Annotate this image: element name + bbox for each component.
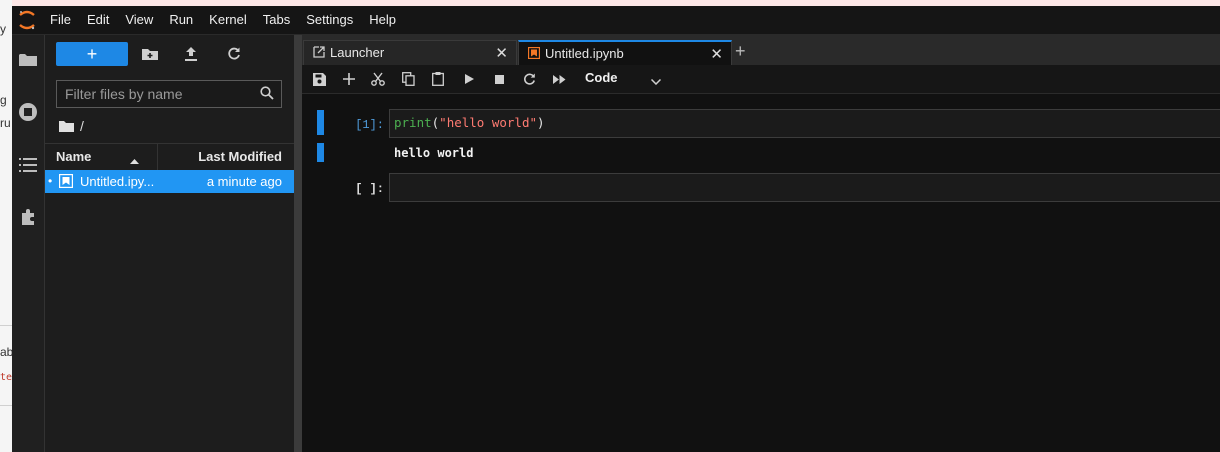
tab-label: Untitled.ipynb — [545, 46, 624, 61]
breadcrumb-root[interactable]: / — [80, 118, 84, 134]
file-name: Untitled.ipy... — [80, 174, 155, 189]
input-prompt: [1]: — [355, 118, 384, 132]
file-row[interactable]: • Untitled.ipy... a minute ago — [45, 170, 294, 193]
menu-bar: File Edit View Run Kernel Tabs Settings … — [12, 6, 1220, 35]
restart-icon[interactable] — [521, 71, 537, 87]
input-prompt: [ ]: — [355, 182, 384, 196]
menu-file[interactable]: File — [42, 6, 79, 34]
activity-bar — [12, 35, 45, 452]
column-divider — [157, 144, 158, 170]
menu-edit[interactable]: Edit — [79, 6, 117, 34]
menu-run[interactable]: Run — [161, 6, 201, 34]
divider — [0, 405, 12, 406]
notebook-icon — [58, 173, 74, 191]
close-icon[interactable]: ✕ — [710, 45, 723, 63]
toc-icon[interactable] — [18, 155, 38, 175]
folder-icon[interactable] — [18, 50, 38, 70]
column-header-last-modified[interactable]: Last Modified — [198, 149, 282, 164]
refresh-icon[interactable] — [225, 45, 243, 63]
insert-cell-icon[interactable] — [341, 71, 357, 87]
stop-icon[interactable] — [491, 71, 507, 87]
upload-icon[interactable] — [182, 45, 200, 63]
extension-icon[interactable] — [18, 208, 38, 228]
background-text: ru — [0, 116, 11, 130]
new-launcher-button[interactable]: + — [56, 42, 128, 66]
copy-icon[interactable] — [400, 71, 416, 87]
close-icon[interactable]: ✕ — [495, 44, 508, 62]
tab-untitled-notebook[interactable]: Untitled.ipynb ✕ — [518, 40, 732, 65]
cell-output: hello world — [394, 146, 474, 160]
code-editor[interactable]: print("hello world") — [389, 109, 1220, 138]
search-icon — [260, 86, 274, 103]
paste-icon[interactable] — [430, 71, 446, 87]
sort-ascending-icon[interactable] — [130, 152, 139, 167]
add-tab-button[interactable]: + — [735, 41, 746, 62]
file-modified: a minute ago — [206, 174, 282, 189]
code-string: "hello world" — [439, 115, 538, 130]
breadcrumb: / — [59, 118, 84, 134]
panel-splitter[interactable] — [294, 35, 302, 452]
code-editor[interactable] — [389, 173, 1220, 202]
menu-settings[interactable]: Settings — [298, 6, 361, 34]
new-folder-icon[interactable] — [141, 45, 159, 63]
running-indicator: • — [48, 174, 53, 188]
save-icon[interactable] — [311, 71, 327, 87]
file-browser: + / Name Last Modified • Untitled.ipy.. — [45, 35, 294, 452]
tab-launcher[interactable]: Launcher ✕ — [303, 40, 517, 65]
jupyter-logo-icon — [12, 6, 42, 34]
tab-label: Launcher — [330, 45, 385, 60]
notebook-panel: [1]: print("hello world") hello world [ … — [302, 94, 1220, 452]
cell-input-collapser[interactable] — [317, 110, 324, 135]
cell-type-select[interactable]: Code — [585, 70, 618, 85]
fast-forward-icon[interactable] — [551, 71, 567, 87]
code-function: print — [394, 115, 432, 130]
background-text: y — [0, 22, 6, 36]
tab-bar: Launcher ✕ Untitled.ipynb ✕ + — [302, 35, 1220, 65]
background-text: g — [0, 93, 7, 107]
menu-help[interactable]: Help — [361, 6, 404, 34]
filter-files-field[interactable] — [56, 80, 282, 108]
divider — [0, 325, 12, 326]
file-list-header: Name Last Modified — [45, 143, 294, 171]
menu-kernel[interactable]: Kernel — [201, 6, 255, 34]
file-browser-toolbar: + — [45, 35, 294, 73]
running-icon[interactable] — [18, 102, 38, 122]
folder-icon[interactable] — [59, 120, 74, 132]
menu-view[interactable]: View — [117, 6, 161, 34]
background-window: y g ru ab te — [0, 0, 13, 452]
cut-icon[interactable] — [370, 71, 386, 87]
run-icon[interactable] — [461, 71, 477, 87]
background-text: te — [0, 372, 13, 383]
menu-tabs[interactable]: Tabs — [255, 6, 298, 34]
code-line: print("hello world") — [390, 110, 1220, 130]
cell-output-collapser[interactable] — [317, 143, 324, 162]
filter-files-input[interactable] — [57, 81, 255, 107]
chevron-down-icon[interactable] — [650, 73, 662, 88]
notebook-toolbar: Code — [302, 65, 1220, 94]
code-paren: ) — [537, 115, 545, 130]
notebook-icon — [527, 46, 541, 62]
column-header-name[interactable]: Name — [56, 149, 91, 164]
launcher-icon — [313, 46, 325, 61]
